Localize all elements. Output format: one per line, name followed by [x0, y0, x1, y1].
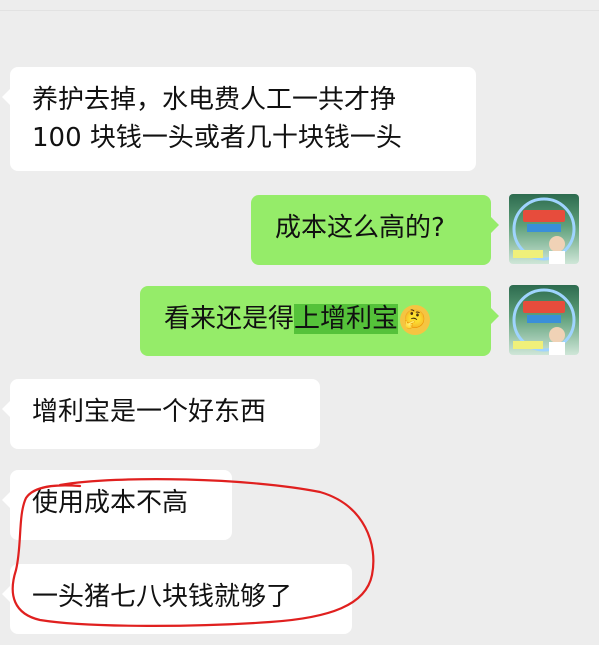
- message-text: 看来还是得: [164, 304, 295, 334]
- user-avatar[interactable]: [509, 194, 579, 264]
- incoming-message-4[interactable]: 一头猪七八块钱就够了: [2, 564, 352, 634]
- highlighted-text: 上增利宝: [294, 304, 399, 334]
- message-text: 使用成本不高: [32, 488, 189, 518]
- thinking-face-icon: 🤔: [400, 304, 431, 335]
- incoming-message-3[interactable]: 使用成本不高: [2, 470, 232, 540]
- message-line: 养护去掉，水电费人工一共才挣: [32, 85, 397, 115]
- top-divider: [0, 0, 599, 11]
- message-line: 100 块钱一头或者几十块钱一头: [32, 123, 402, 153]
- message-text: 一头猪七八块钱就够了: [32, 582, 293, 612]
- user-avatar[interactable]: [509, 285, 579, 355]
- incoming-message-1[interactable]: 养护去掉，水电费人工一共才挣 100 块钱一头或者几十块钱一头: [2, 67, 476, 171]
- outgoing-message-1[interactable]: 成本这么高的?: [251, 195, 499, 265]
- message-text: 成本这么高的?: [275, 213, 445, 243]
- outgoing-message-2[interactable]: 看来还是得上增利宝 🤔: [140, 286, 499, 356]
- incoming-message-2[interactable]: 增利宝是一个好东西: [2, 379, 320, 449]
- message-text: 增利宝是一个好东西: [32, 397, 267, 427]
